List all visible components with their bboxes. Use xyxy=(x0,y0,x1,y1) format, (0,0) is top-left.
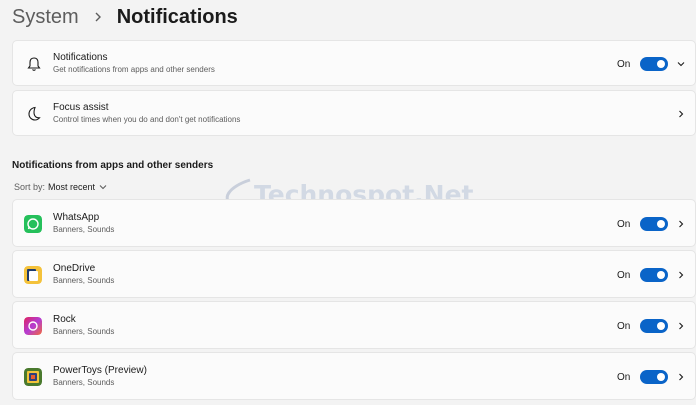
notifications-text: Notifications Get notifications from app… xyxy=(53,51,215,75)
onedrive-icon xyxy=(24,266,42,284)
app-row-onedrive[interactable]: OneDrive Banners, Sounds On xyxy=(12,250,696,298)
app-text: OneDrive Banners, Sounds xyxy=(53,262,114,286)
chevron-right-icon[interactable] xyxy=(676,270,686,280)
app-row-powertoys[interactable]: PowerToys (Preview) Banners, Sounds On xyxy=(12,352,696,400)
breadcrumb-parent[interactable]: System xyxy=(12,6,79,29)
whatsapp-icon xyxy=(24,215,42,233)
notifications-title: Notifications xyxy=(53,52,108,63)
chevron-right-icon[interactable] xyxy=(676,372,686,382)
focus-assist-text: Focus assist Control times when you do a… xyxy=(53,101,240,125)
focus-assist-title: Focus assist xyxy=(53,102,109,113)
chevron-down-icon xyxy=(99,185,107,190)
notifications-subtitle: Get notifications from apps and other se… xyxy=(53,65,215,74)
app-toggle[interactable] xyxy=(640,217,668,231)
focus-assist-subtitle: Control times when you do and don't get … xyxy=(53,115,241,124)
breadcrumb: System Notifications xyxy=(12,4,238,30)
app-detail: Banners, Sounds xyxy=(53,378,115,387)
notifications-toggle[interactable] xyxy=(640,57,668,71)
app-name: OneDrive xyxy=(53,263,96,274)
powertoys-icon xyxy=(24,368,42,386)
app-state-label: On xyxy=(617,321,631,332)
chevron-right-icon[interactable] xyxy=(676,219,686,229)
app-detail: Banners, Sounds xyxy=(53,327,115,336)
sort-value: Most recent xyxy=(48,182,96,192)
app-text: Rock Banners, Sounds xyxy=(53,313,114,337)
app-text: PowerToys (Preview) Banners, Sounds xyxy=(53,364,147,388)
app-state-label: On xyxy=(617,219,631,230)
app-name: PowerToys (Preview) xyxy=(53,365,147,376)
chevron-right-icon xyxy=(95,12,101,22)
app-detail: Banners, Sounds xyxy=(53,276,115,285)
chevron-down-icon[interactable] xyxy=(676,59,686,69)
apps-section-title: Notifications from apps and other sender… xyxy=(12,160,214,171)
bell-icon xyxy=(27,57,41,71)
app-name: Rock xyxy=(53,314,76,325)
rock-app-icon xyxy=(24,317,42,335)
app-toggle[interactable] xyxy=(640,370,668,384)
chevron-right-icon[interactable] xyxy=(676,321,686,331)
app-toggle[interactable] xyxy=(640,319,668,333)
notifications-setting-card[interactable]: Notifications Get notifications from app… xyxy=(12,40,696,86)
app-state-label: On xyxy=(617,270,631,281)
chevron-right-icon[interactable] xyxy=(676,109,686,119)
notifications-state-label: On xyxy=(617,59,631,70)
focus-assist-card[interactable]: Focus assist Control times when you do a… xyxy=(12,90,696,136)
page-title: Notifications xyxy=(116,5,238,28)
sort-label: Sort by: xyxy=(14,182,46,192)
app-row-rock[interactable]: Rock Banners, Sounds On xyxy=(12,301,696,349)
app-toggle[interactable] xyxy=(640,268,668,282)
app-state-label: On xyxy=(617,372,631,383)
app-detail: Banners, Sounds xyxy=(53,225,115,234)
app-name: WhatsApp xyxy=(53,212,100,223)
moon-icon xyxy=(28,106,41,121)
app-row-whatsapp[interactable]: WhatsApp Banners, Sounds On xyxy=(12,199,696,247)
sort-dropdown[interactable]: Sort by: Most recent xyxy=(14,182,108,192)
app-text: WhatsApp Banners, Sounds xyxy=(53,211,114,235)
